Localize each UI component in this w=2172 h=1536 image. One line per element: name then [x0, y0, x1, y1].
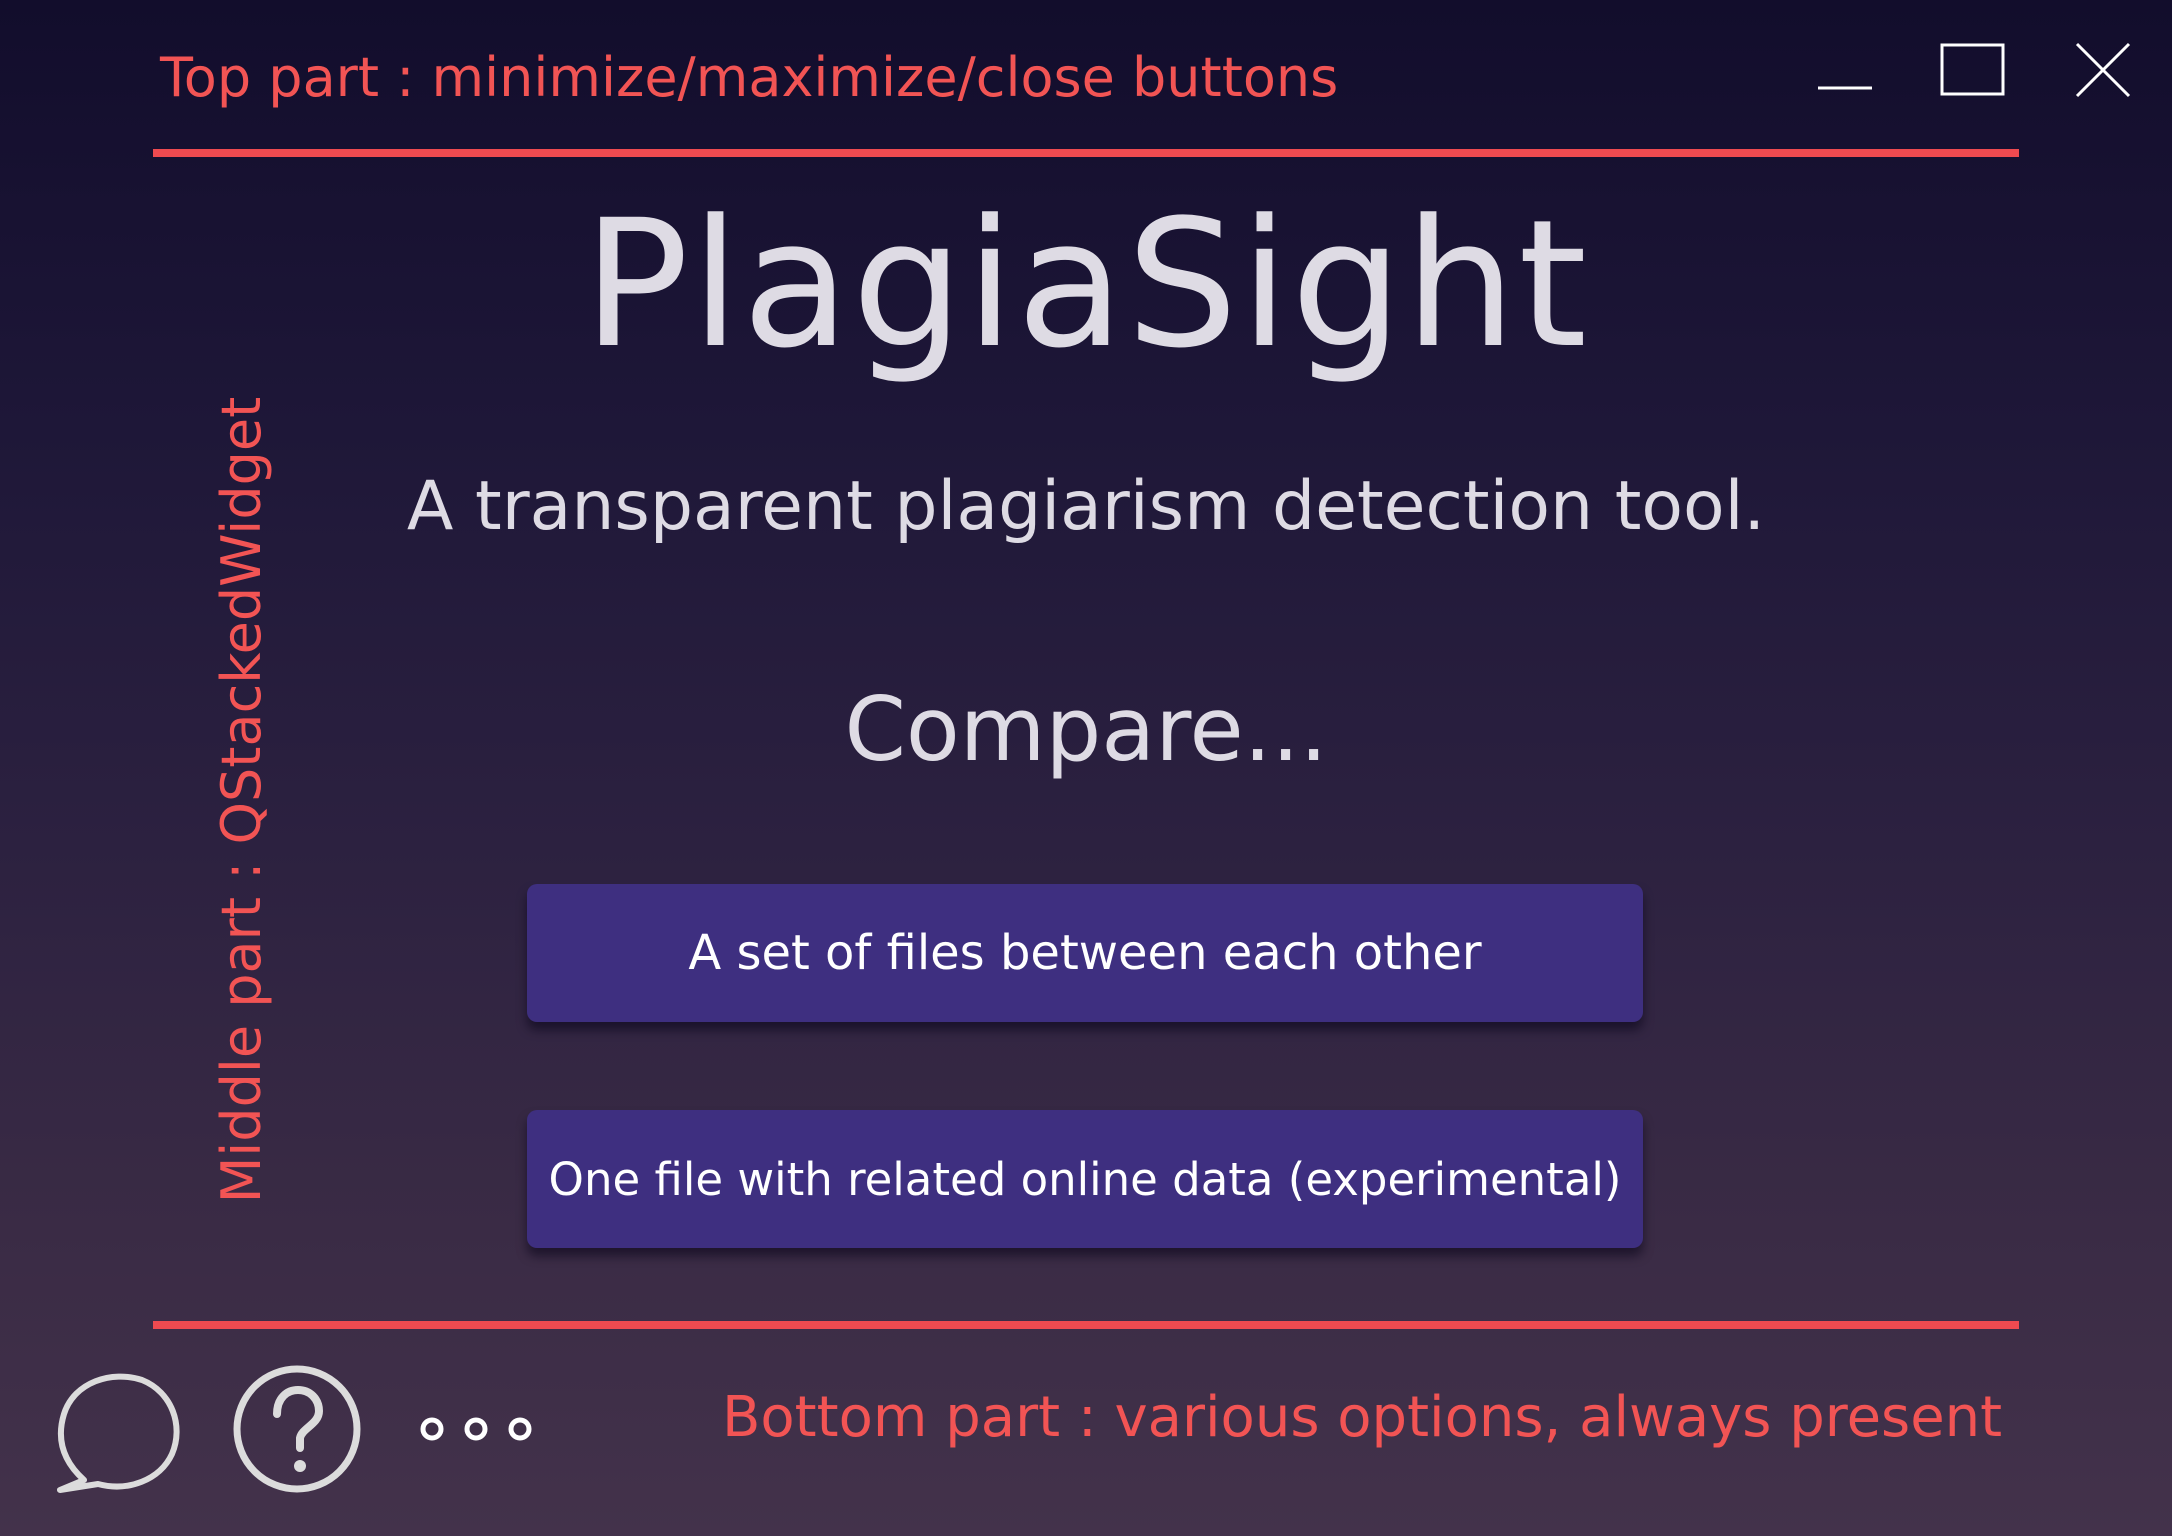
- close-button[interactable]: [2058, 30, 2148, 110]
- app-subtitle: A transparent plagiarism detection tool.: [406, 467, 1766, 546]
- annotation-top: Top part : minimize/maximize/close butto…: [160, 46, 1339, 109]
- chat-bubble-icon[interactable]: [50, 1362, 184, 1496]
- top-divider: [153, 149, 2019, 157]
- app-title: PlagiaSight: [582, 182, 1590, 387]
- maximize-icon: [1940, 43, 2005, 96]
- close-icon: [2075, 42, 2131, 98]
- compare-heading: Compare...: [844, 678, 1328, 781]
- minimize-button[interactable]: [1800, 30, 1890, 110]
- more-options-icon[interactable]: [414, 1410, 538, 1448]
- compare-file-set-button[interactable]: A set of files between each other: [527, 884, 1643, 1022]
- minimize-icon: [1818, 86, 1872, 90]
- help-icon[interactable]: [230, 1362, 364, 1496]
- maximize-button[interactable]: [1928, 30, 2018, 110]
- compare-online-button[interactable]: One file with related online data (exper…: [527, 1110, 1643, 1248]
- annotation-bottom: Bottom part : various options, always pr…: [722, 1385, 2003, 1450]
- bottom-divider: [153, 1321, 2019, 1329]
